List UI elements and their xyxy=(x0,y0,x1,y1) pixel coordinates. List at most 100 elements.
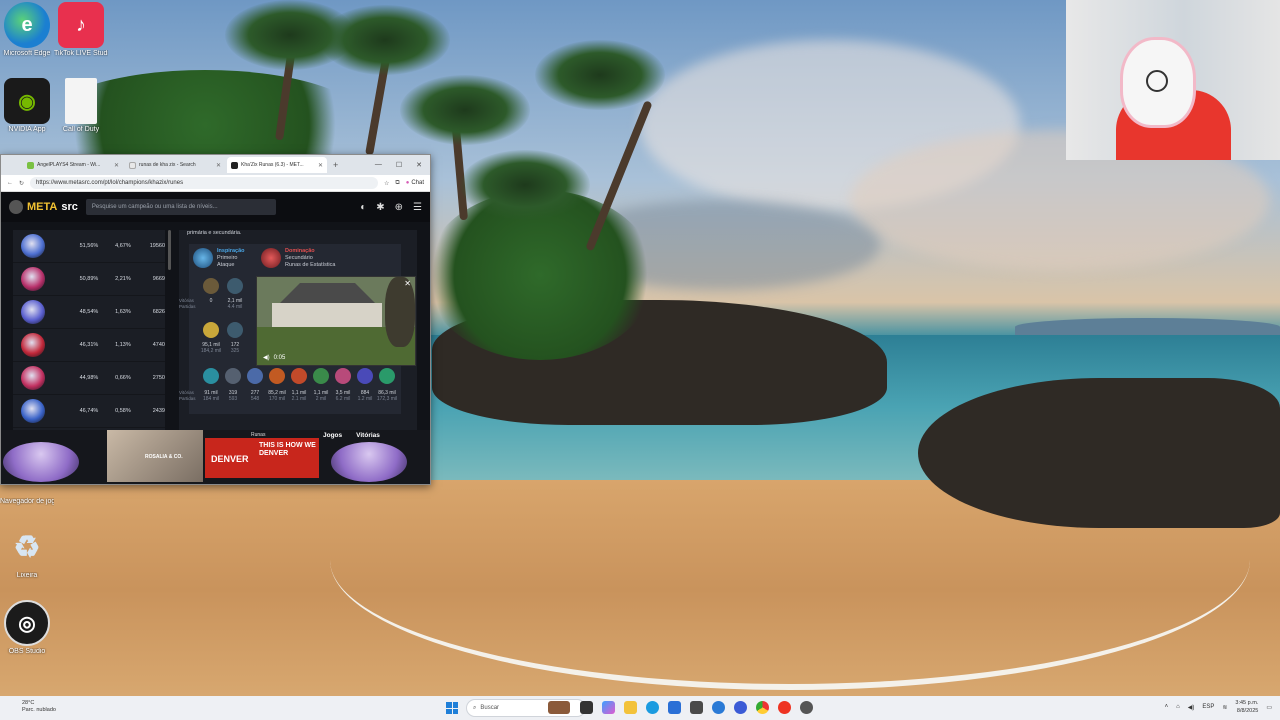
pick-rate: 4,67% xyxy=(115,243,131,249)
tab-search[interactable]: runas de kha zix - Search ✕ xyxy=(125,157,225,173)
start-button[interactable] xyxy=(446,702,458,714)
taskbar-search-placeholder: Buscar xyxy=(480,705,500,711)
desktop-icon-edge[interactable]: e Microsoft Edge xyxy=(0,2,54,58)
rune-build-row[interactable]: 46,31% 1,13% 4740 xyxy=(13,329,165,362)
new-tab-button[interactable]: + xyxy=(329,160,342,170)
rock xyxy=(918,378,1280,528)
rune-icon[interactable] xyxy=(313,368,329,384)
file-explorer-icon[interactable] xyxy=(624,701,637,714)
favorites-icon[interactable]: ☆ xyxy=(384,180,389,187)
wifi-icon[interactable]: ≋ xyxy=(1222,704,1227,711)
app-icon[interactable] xyxy=(734,701,747,714)
copilot-icon[interactable] xyxy=(602,701,615,714)
desktop-icon-call-of-duty[interactable]: Call of Duty xyxy=(54,78,108,134)
metasrc-logo-icon xyxy=(9,200,23,214)
ad-banner[interactable]: ROSALIA & CO. DENVER THIS IS HOW WE DENV… xyxy=(1,430,430,484)
system-tray: ˄ ⌂ ◀) ESP ≋ 3:45 p.m. 8/8/2025 ▭ xyxy=(1165,699,1272,715)
language-globe-icon[interactable]: ⊕ xyxy=(395,202,403,213)
settings-icon[interactable]: ✱ xyxy=(376,202,384,213)
rune-icon[interactable] xyxy=(203,368,219,384)
speaker-icon[interactable]: ◀) xyxy=(1188,704,1195,711)
edge-icon[interactable] xyxy=(646,701,659,714)
desktop-icon-label: Call of Duty xyxy=(62,126,100,133)
language-indicator[interactable]: ESP xyxy=(1202,704,1214,710)
task-view-icon[interactable] xyxy=(580,701,593,714)
games-count: 6826 xyxy=(152,309,165,315)
chat-label: Chat xyxy=(411,180,424,186)
search-icon: ⌕ xyxy=(473,704,477,711)
clock[interactable]: 3:45 p.m. 8/8/2025 xyxy=(1235,699,1258,715)
rune-icon[interactable] xyxy=(357,368,373,384)
tab-angelplays[interactable]: AngelPLAYS4 Stream - Wi... ✕ xyxy=(23,157,123,173)
video-time: 0:05 xyxy=(273,354,286,361)
close-tab-icon[interactable]: ✕ xyxy=(216,162,221,169)
champion-icon xyxy=(21,399,45,423)
close-tab-icon[interactable]: ✕ xyxy=(114,162,119,169)
tab-games[interactable]: Jogos xyxy=(323,432,342,439)
rune-icon[interactable] xyxy=(335,368,351,384)
metasrc-logo[interactable]: META src xyxy=(9,200,78,214)
games-count: 2750 xyxy=(152,375,165,381)
close-video-icon[interactable]: ✕ xyxy=(404,279,411,288)
rune-icon[interactable] xyxy=(269,368,285,384)
rune-icon[interactable] xyxy=(203,278,219,294)
rune-build-row[interactable]: 44,98% 0,66% 2750 xyxy=(13,362,165,395)
ad-thumbnail[interactable]: ROSALIA & CO. xyxy=(107,430,203,482)
tab-metasrc[interactable]: Kha'Zix Runas (6.3) - MET... ✕ xyxy=(227,157,327,173)
rune-icon[interactable] xyxy=(225,368,241,384)
champion-search-input[interactable]: Pesquise um campeão ou uma lista de níve… xyxy=(85,199,276,215)
list-scrollbar[interactable] xyxy=(168,230,171,270)
chat-button[interactable]: ● Chat xyxy=(406,180,424,186)
rune-icon[interactable] xyxy=(203,322,219,338)
browser-icon[interactable] xyxy=(712,701,725,714)
chrome-icon[interactable] xyxy=(756,701,769,714)
champion-icon xyxy=(21,267,45,291)
games-count: 9669 xyxy=(152,276,165,282)
denver-ad[interactable]: DENVER THIS IS HOW WE DENVER xyxy=(205,438,319,478)
rune-icon[interactable] xyxy=(291,368,307,384)
weather-desc: Parc. nublado xyxy=(22,707,56,713)
url-field[interactable]: https://www.metasrc.com/pt/lol/champions… xyxy=(30,177,378,189)
minimize-icon[interactable]: — xyxy=(375,161,382,169)
volume-icon[interactable]: ◀) xyxy=(263,354,270,361)
desktop-icon-recycle-bin[interactable]: ♻ Lixeira xyxy=(0,524,54,580)
champion-icon xyxy=(21,366,45,390)
weather-widget[interactable]: 28°C Parc. nublado xyxy=(22,700,56,714)
rune-icon[interactable] xyxy=(247,368,263,384)
store-icon[interactable] xyxy=(668,701,681,714)
close-window-icon[interactable]: ✕ xyxy=(416,161,422,169)
close-tab-icon[interactable]: ✕ xyxy=(318,162,323,169)
rune-build-row[interactable]: 51,56% 4,67% 19560 xyxy=(13,230,165,263)
desktop-icon-nvidia[interactable]: ◉ NVIDIA App xyxy=(0,78,54,134)
back-icon[interactable]: ← xyxy=(7,180,13,186)
ad-denver-big: THIS IS HOW WE DENVER xyxy=(259,442,316,457)
rune-build-row[interactable]: 50,89% 2,21% 9669 xyxy=(13,263,165,296)
rune-icon[interactable] xyxy=(379,368,395,384)
network-icon[interactable]: ⌂ xyxy=(1176,704,1180,710)
runes-hint: primária e secundária. xyxy=(187,230,242,236)
secondary-tree[interactable]: Dominação Secundário Runas de Estatístic… xyxy=(261,248,335,269)
rune-icon[interactable] xyxy=(227,278,243,294)
mail-icon[interactable] xyxy=(690,701,703,714)
chevron-up-icon[interactable]: ˄ xyxy=(1165,704,1169,710)
menu-icon[interactable]: ☰ xyxy=(413,202,422,213)
extensions-icon[interactable]: ⧉ xyxy=(395,180,399,187)
reload-icon[interactable]: ↻ xyxy=(19,180,24,187)
rune-build-row[interactable]: 46,74% 0,58% 2439 xyxy=(13,395,165,428)
desktop-icon-obs[interactable]: ◎ OBS Studio xyxy=(0,600,54,656)
theme-icon[interactable]: ◐ xyxy=(360,202,366,213)
ad-denver-small: DENVER xyxy=(211,454,249,464)
primary-tree[interactable]: Inspiração Primeiro Ataque xyxy=(193,248,245,269)
rune-icon[interactable] xyxy=(227,322,243,338)
tab-wins[interactable]: Vitórias xyxy=(356,432,380,439)
floating-video-player[interactable]: ◀) 0:05 ✕ xyxy=(256,276,416,366)
rune-build-row[interactable]: 48,54% 1,63% 6826 xyxy=(13,296,165,329)
site-header: META src Pesquise um campeão ou uma lista… xyxy=(1,192,430,222)
notification-icon[interactable]: ▭ xyxy=(1266,704,1272,711)
app-icon[interactable] xyxy=(800,701,813,714)
opera-icon[interactable] xyxy=(778,701,791,714)
widget-icon[interactable] xyxy=(548,701,570,714)
desktop-icon-tiktok[interactable]: ♪ TikTok LIVE Studio xyxy=(54,2,108,58)
maximize-icon[interactable]: ☐ xyxy=(396,161,402,169)
desktop-icon-navegador[interactable]: Navegador de jogos xyxy=(0,486,54,506)
